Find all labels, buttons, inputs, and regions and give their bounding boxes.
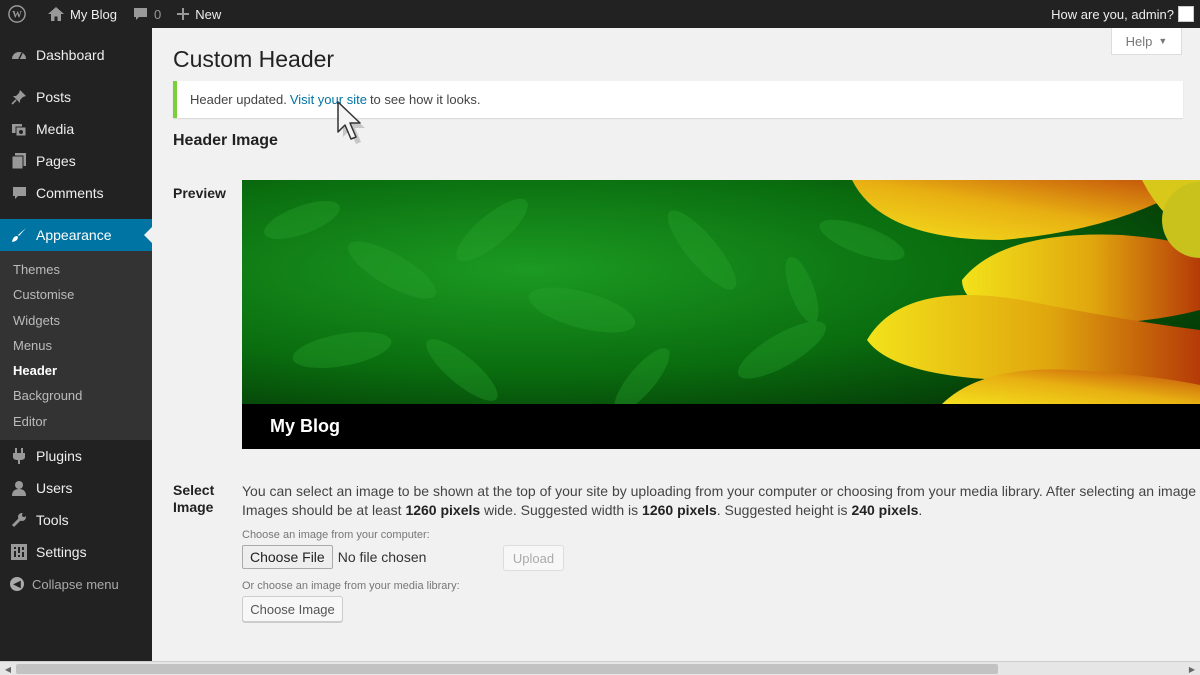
chevron-down-icon: ▼ — [1158, 36, 1168, 46]
users-icon — [10, 480, 28, 497]
sidebar-item-settings[interactable]: Settings — [0, 536, 152, 568]
scrollbar-thumb[interactable] — [16, 664, 998, 674]
sidebar-item-comments[interactable]: Comments — [0, 177, 152, 209]
appearance-submenu: Themes Customise Widgets Menus Header Ba… — [0, 251, 152, 441]
collapse-menu-button[interactable]: ◀ Collapse menu — [0, 568, 152, 600]
sidebar-item-label: Pages — [36, 153, 76, 169]
preview-site-title: My Blog — [270, 416, 340, 436]
choose-file-button[interactable]: Choose File — [242, 545, 333, 569]
section-title: Header Image — [173, 132, 278, 149]
avatar — [1178, 6, 1194, 22]
sidebar-item-label: Dashboard — [36, 47, 105, 63]
dashboard-icon — [10, 47, 28, 63]
media-library-label: Or choose an image from your media libra… — [242, 580, 460, 592]
description-line1: You can select an image to be shown at t… — [242, 483, 1200, 499]
sidebar-item-pages[interactable]: Pages — [0, 145, 152, 177]
sidebar-item-plugins[interactable]: Plugins — [0, 440, 152, 472]
new-label: New — [195, 6, 222, 22]
comment-count: 0 — [153, 6, 162, 22]
site-name-label: My Blog — [70, 6, 117, 22]
plugin-icon — [10, 448, 28, 465]
preview-label: Preview — [173, 185, 226, 201]
comment-bubble-icon — [133, 7, 148, 21]
sidebar-item-label: Appearance — [36, 227, 112, 243]
comments-icon — [10, 186, 28, 200]
sidebar-item-label: Media — [36, 121, 75, 137]
mouse-cursor-icon — [336, 100, 366, 151]
pin-icon — [10, 89, 28, 105]
sidebar-item-appearance[interactable]: Appearance — [0, 219, 152, 251]
new-content-button[interactable]: New — [169, 0, 229, 28]
sidebar-item-posts[interactable]: Posts — [0, 81, 152, 113]
submenu-item-editor[interactable]: Editor — [0, 409, 152, 434]
select-image-label: Select Image — [173, 482, 214, 516]
admin-sidebar: Dashboard Posts Media Pages Comments App… — [0, 28, 152, 675]
wordpress-logo-button[interactable]: W — [0, 0, 40, 28]
select-label-line1: Select — [173, 482, 215, 498]
submenu-item-customise[interactable]: Customise — [0, 282, 152, 307]
comments-link[interactable]: 0 — [125, 0, 169, 28]
page-title: Custom Header — [173, 46, 335, 72]
collapse-label: Collapse menu — [32, 576, 119, 592]
success-notice: Header updated. Visit your site to see h… — [173, 81, 1183, 118]
sidebar-item-users[interactable]: Users — [0, 472, 152, 504]
preview-site-title-bar: My Blog — [242, 404, 1200, 449]
sidebar-item-label: Posts — [36, 89, 72, 105]
select-image-description: You can select an image to be shown at t… — [242, 482, 1200, 520]
upload-button[interactable]: Upload — [503, 545, 564, 571]
home-icon — [48, 7, 64, 21]
sidebar-item-tools[interactable]: Tools — [0, 504, 152, 536]
svg-text:W: W — [12, 10, 22, 21]
submenu-item-menus[interactable]: Menus — [0, 333, 152, 358]
plus-icon — [177, 8, 190, 20]
main-content: Help ▼ Custom Header Header updated. Vis… — [152, 28, 1200, 661]
notice-text: Header updated. — [190, 92, 287, 107]
header-image — [242, 180, 1200, 404]
submenu-item-header[interactable]: Header — [0, 358, 152, 383]
site-name-link[interactable]: My Blog — [40, 0, 125, 28]
sidebar-item-label: Tools — [36, 512, 69, 529]
sidebar-item-label: Comments — [36, 185, 104, 201]
media-icon — [10, 121, 28, 137]
brush-icon — [10, 227, 28, 243]
file-input[interactable]: Choose File No file chosen — [242, 545, 426, 569]
choose-image-button[interactable]: Choose Image — [242, 596, 343, 622]
sidebar-item-label: Settings — [36, 544, 87, 561]
submenu-item-widgets[interactable]: Widgets — [0, 308, 152, 333]
computer-upload-label: Choose an image from your computer: — [242, 529, 430, 541]
sidebar-item-dashboard[interactable]: Dashboard — [0, 39, 152, 71]
select-label-line2: Image — [173, 499, 214, 515]
header-preview: My Blog — [242, 180, 1200, 449]
pages-icon — [10, 153, 28, 169]
sidebar-item-label: Users — [36, 480, 73, 497]
sidebar-item-label: Plugins — [36, 448, 82, 465]
help-tab-button[interactable]: Help ▼ — [1111, 28, 1182, 55]
scroll-left-icon[interactable]: ◀ — [1, 663, 15, 675]
collapse-arrow-icon: ◀ — [10, 577, 24, 592]
scroll-right-icon[interactable]: ▶ — [1185, 663, 1199, 675]
submenu-item-themes[interactable]: Themes — [0, 257, 152, 282]
submenu-item-background[interactable]: Background — [0, 383, 152, 408]
wordpress-icon: W — [8, 5, 26, 23]
settings-icon — [10, 544, 28, 561]
sidebar-item-media[interactable]: Media — [0, 113, 152, 145]
file-status-text: No file chosen — [337, 549, 427, 565]
account-menu[interactable]: How are you, admin? — [1051, 6, 1200, 22]
tools-icon — [10, 512, 28, 528]
greeting-text: How are you, admin? — [1051, 6, 1174, 22]
help-label: Help — [1125, 33, 1153, 49]
notice-text-after: to see how it looks. — [369, 92, 481, 107]
description-line2: Images should be at least 1260 pixels wi… — [242, 502, 923, 518]
horizontal-scrollbar[interactable]: ◀ ▶ — [0, 661, 1200, 675]
admin-bar: W My Blog 0 New How are you, admin? — [0, 0, 1200, 28]
